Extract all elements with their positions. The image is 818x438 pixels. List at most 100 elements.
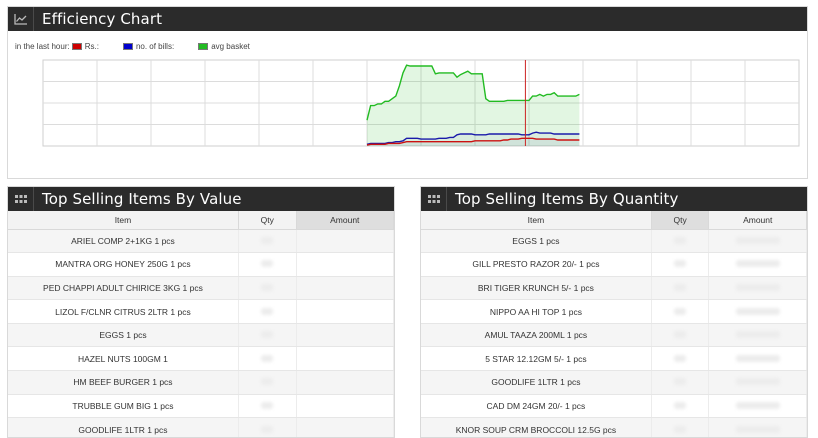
amount-cell [708,417,807,437]
column-header-amount[interactable]: Amount [708,211,807,230]
efficiency-chart-panel: Efficiency Chart in the last hour: Rs.: … [7,6,808,179]
column-header-item[interactable]: Item [8,211,239,230]
item-cell: HAZEL NUTS 100GM 1 [8,346,239,372]
table-row[interactable]: GILL PRESTO RAZOR 20/- 1 pcs [421,252,807,277]
item-cell: PED CHAPPI ADULT CHIRICE 3KG 1 pcs [8,276,239,301]
item-cell: GOODLIFE 1LTR 1 pcs [421,370,652,395]
blurred-value [674,236,687,244]
table-row[interactable]: 5 STAR 12.12GM 5/- 1 pcs [421,346,807,372]
blurred-value [261,307,274,315]
item-cell: BRI TIGER KRUNCH 5/- 1 pcs [421,276,652,301]
amount-cell [708,394,807,419]
qty-cell [651,299,710,324]
qty-cell [238,276,297,301]
table-row[interactable]: GOODLIFE 1LTR 1 pcs [8,417,394,437]
blurred-value [735,401,780,409]
blurred-value [735,354,780,362]
column-header-qty[interactable]: Qty [651,211,710,230]
table-row[interactable]: KNOR SOUP CRM BROCCOLI 12.5G pcs [421,417,807,437]
qty-cell [651,252,710,277]
table-row[interactable]: EGGS 1 pcs [421,229,807,254]
table-row[interactable]: ARIEL COMP 2+1KG 1 pcs [8,229,394,254]
top-qty-header: Top Selling Items By Quantity [421,187,807,211]
item-cell: CAD DM 24GM 20/- 1 pcs [421,394,652,419]
column-header-amount[interactable]: Amount [296,211,394,230]
table-row[interactable]: NIPPO AA HI TOP 1 pcs [421,299,807,324]
blurred-value [674,283,687,291]
blurred-value [674,401,687,409]
qty-cell [238,252,297,277]
efficiency-line-chart [42,59,800,147]
table-row[interactable]: BRI TIGER KRUNCH 5/- 1 pcs [421,276,807,301]
item-cell: TRUBBLE GUM BIG 1 pcs [8,394,239,419]
blurred-value [261,236,274,244]
column-header-item[interactable]: Item [421,211,652,230]
table-row[interactable]: GOODLIFE 1LTR 1 pcs [421,370,807,395]
table-row[interactable]: HM BEEF BURGER 1 pcs [8,370,394,395]
blurred-value [261,354,274,362]
blurred-value [735,283,780,291]
blurred-value [674,307,687,315]
item-cell: NIPPO AA HI TOP 1 pcs [421,299,652,324]
top-selling-by-value-panel: Top Selling Items By Value Item Qty Amou… [7,186,395,438]
amount-cell [296,346,394,372]
top-value-header: Top Selling Items By Value [8,187,394,211]
qty-cell [238,323,297,348]
blurred-value [261,378,274,386]
blurred-value [735,236,780,244]
amount-cell [708,299,807,324]
blurred-value [674,354,687,362]
top-qty-title: Top Selling Items By Quantity [455,190,679,208]
table-row[interactable]: HAZEL NUTS 100GM 1 [8,346,394,372]
top-value-table: Item Qty Amount ARIEL COMP 2+1KG 1 pcs MA… [8,211,394,437]
item-cell: EGGS 1 pcs [8,323,239,348]
blurred-value [261,425,274,433]
table-row[interactable]: MANTRA ORG HONEY 250G 1 pcs [8,252,394,277]
item-cell: HM BEEF BURGER 1 pcs [8,370,239,395]
amount-cell [708,323,807,348]
qty-cell [651,370,710,395]
blurred-value [735,307,780,315]
blurred-value [674,425,687,433]
column-header-qty[interactable]: Qty [238,211,297,230]
table-row[interactable]: TRUBBLE GUM BIG 1 pcs [8,394,394,419]
table-row[interactable]: EGGS 1 pcs [8,323,394,348]
amount-cell [708,229,807,254]
qty-cell [238,299,297,324]
item-cell: GILL PRESTO RAZOR 20/- 1 pcs [421,252,652,277]
amount-cell [708,370,807,395]
blurred-value [261,283,274,291]
table-row[interactable]: PED CHAPPI ADULT CHIRICE 3KG 1 pcs [8,276,394,301]
amount-cell [708,276,807,301]
qty-cell [238,229,297,254]
table-row[interactable]: CAD DM 24GM 20/- 1 pcs [421,394,807,419]
top-qty-table: Item Qty Amount EGGS 1 pcs GILL PRESTO RA… [421,211,807,437]
top-selling-by-quantity-panel: Top Selling Items By Quantity Item Qty A… [420,186,808,438]
amount-cell [708,252,807,277]
qty-cell [651,276,710,301]
item-cell: MANTRA ORG HONEY 250G 1 pcs [8,252,239,277]
table-row[interactable]: AMUL TAAZA 200ML 1 pcs [421,323,807,348]
qty-cell [238,346,297,372]
blurred-value [261,401,274,409]
blurred-value [735,378,780,386]
item-cell: KNOR SOUP CRM BROCCOLI 12.5G pcs [421,417,652,437]
amount-cell [296,229,394,254]
blurred-value [735,331,780,339]
qty-cell [651,417,710,437]
blurred-value [261,331,274,339]
item-cell: LIZOL F/CLNR CITRUS 2LTR 1 pcs [8,299,239,324]
qty-cell [238,417,297,437]
qty-cell [651,229,710,254]
grid-icon [8,187,34,211]
blurred-value [261,260,274,268]
item-cell: ARIEL COMP 2+1KG 1 pcs [8,229,239,254]
table-row[interactable]: LIZOL F/CLNR CITRUS 2LTR 1 pcs [8,299,394,324]
amount-cell [708,346,807,372]
qty-cell [238,370,297,395]
blurred-value [735,260,780,268]
item-cell: 5 STAR 12.12GM 5/- 1 pcs [421,346,652,372]
amount-cell [296,417,394,437]
blurred-value [674,260,687,268]
item-cell: EGGS 1 pcs [421,229,652,254]
